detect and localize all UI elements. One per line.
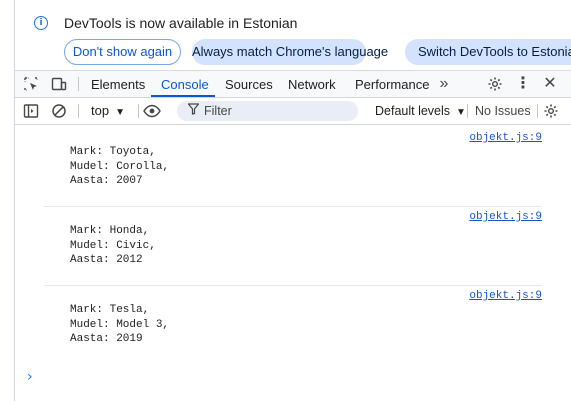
toolbar-separator: [537, 104, 538, 118]
console-prompt-chevron-icon[interactable]: ›: [27, 369, 33, 385]
console-toolbar: top ▼ Default levels ▼ No Issues: [15, 98, 571, 125]
tab-network[interactable]: Network: [288, 71, 336, 97]
always-match-language-button[interactable]: Always match Chrome's language: [192, 39, 388, 65]
tabbar-separator: [78, 77, 79, 91]
active-tab-indicator: [151, 95, 215, 97]
tab-console[interactable]: Console: [161, 71, 209, 97]
message-divider: [44, 206, 542, 207]
message-text: Mark: Tesla, Mudel: Model 3, Aasta: 2019: [70, 304, 170, 345]
context-selector-label: top: [91, 103, 110, 118]
dont-show-again-button[interactable]: Don't show again: [64, 39, 181, 65]
message-divider: [44, 285, 542, 286]
language-infobar: i DevTools is now available in Estonian …: [15, 0, 571, 71]
more-options-icon[interactable]: ⋮: [514, 75, 532, 93]
context-selector[interactable]: top ▼: [91, 98, 125, 124]
levels-dropdown-icon: ▼: [456, 107, 466, 118]
switch-language-button[interactable]: Switch DevTools to Estonian: [405, 39, 571, 65]
more-tabs-chevron-icon[interactable]: »: [435, 75, 453, 93]
tab-sources[interactable]: Sources: [225, 71, 273, 97]
issues-counter[interactable]: No Issues: [475, 98, 531, 124]
toolbar-separator: [467, 104, 468, 118]
source-link[interactable]: objekt.js:9: [469, 290, 542, 302]
sidebar-toggle-icon[interactable]: [22, 102, 40, 120]
device-toolbar-icon[interactable]: [50, 75, 68, 93]
live-expression-eye-icon[interactable]: [142, 102, 162, 120]
source-link[interactable]: objekt.js:9: [469, 132, 542, 144]
tab-elements[interactable]: Elements: [91, 71, 145, 97]
tab-performance[interactable]: Performance: [355, 71, 429, 97]
console-settings-gear-icon[interactable]: [542, 102, 560, 120]
log-levels-label: Default levels: [375, 104, 451, 118]
window-left-edge: [0, 0, 15, 401]
close-devtools-icon[interactable]: ✕: [541, 75, 559, 93]
settings-gear-icon[interactable]: [486, 75, 504, 93]
message-text: Mark: Honda, Mudel: Civic, Aasta: 2012: [70, 225, 156, 266]
toolbar-separator: [138, 104, 139, 118]
message-text: Mark: Toyota, Mudel: Corolla, Aasta: 200…: [70, 146, 170, 187]
devtools-tabbar: Elements Console Sources Network Perform…: [15, 71, 571, 98]
devtools-panel: i DevTools is now available in Estonian …: [15, 0, 571, 401]
filter-funnel-icon: [187, 103, 200, 118]
inspect-element-icon[interactable]: [22, 75, 40, 93]
filter-input[interactable]: [204, 102, 354, 120]
source-link[interactable]: objekt.js:9: [469, 211, 542, 223]
infobar-message: DevTools is now available in Estonian: [64, 15, 298, 31]
context-dropdown-icon: ▼: [115, 107, 125, 118]
clear-console-icon[interactable]: [50, 102, 68, 120]
log-levels-dropdown[interactable]: Default levels ▼: [375, 98, 466, 124]
info-icon: i: [34, 16, 48, 30]
filter-box[interactable]: [177, 101, 358, 121]
toolbar-separator: [78, 104, 79, 118]
